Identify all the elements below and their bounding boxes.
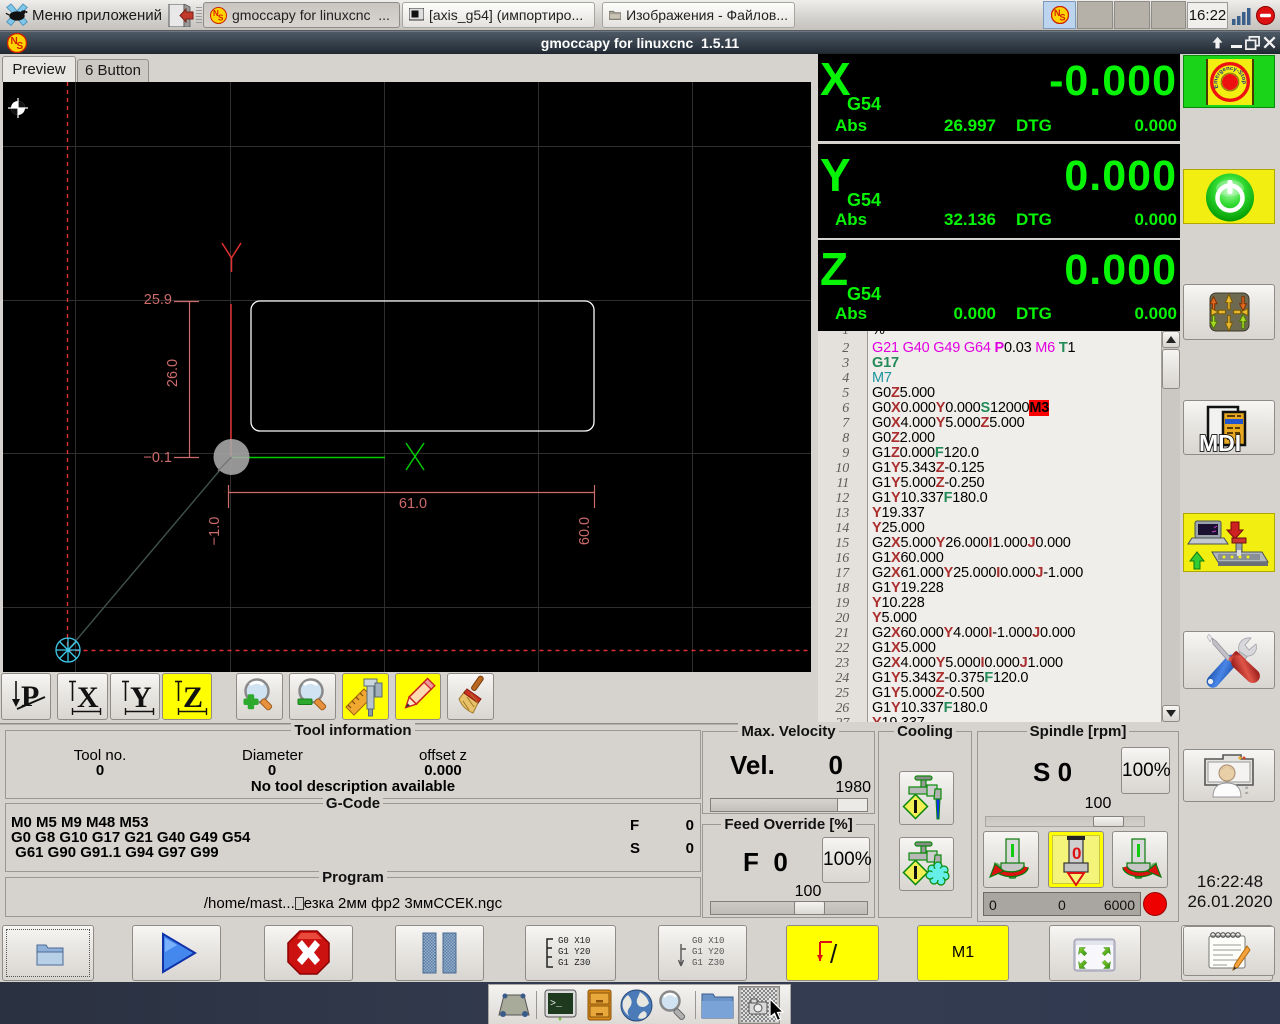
svg-text:Y: Y bbox=[130, 681, 152, 714]
svg-text:/: / bbox=[830, 939, 838, 969]
svg-text:26.0: 26.0 bbox=[165, 359, 181, 387]
svg-text:S: S bbox=[1060, 13, 1066, 23]
svg-text:60.0: 60.0 bbox=[577, 517, 593, 545]
svg-text:P: P bbox=[21, 680, 39, 713]
svg-text:at: at bbox=[1245, 790, 1249, 795]
svg-text:>_: >_ bbox=[550, 999, 563, 1010]
svg-text:X: X bbox=[77, 681, 99, 714]
svg-text:Z: Z bbox=[183, 681, 203, 714]
svg-text:−0.1: −0.1 bbox=[143, 450, 172, 466]
svg-text:MDI: MDI bbox=[1199, 430, 1241, 455]
svg-text:25.9: 25.9 bbox=[144, 292, 172, 308]
svg-text:S: S bbox=[218, 13, 224, 22]
svg-text:61.0: 61.0 bbox=[399, 496, 427, 512]
svg-text:−1.0: −1.0 bbox=[207, 517, 223, 546]
svg-text:0: 0 bbox=[1072, 844, 1081, 863]
